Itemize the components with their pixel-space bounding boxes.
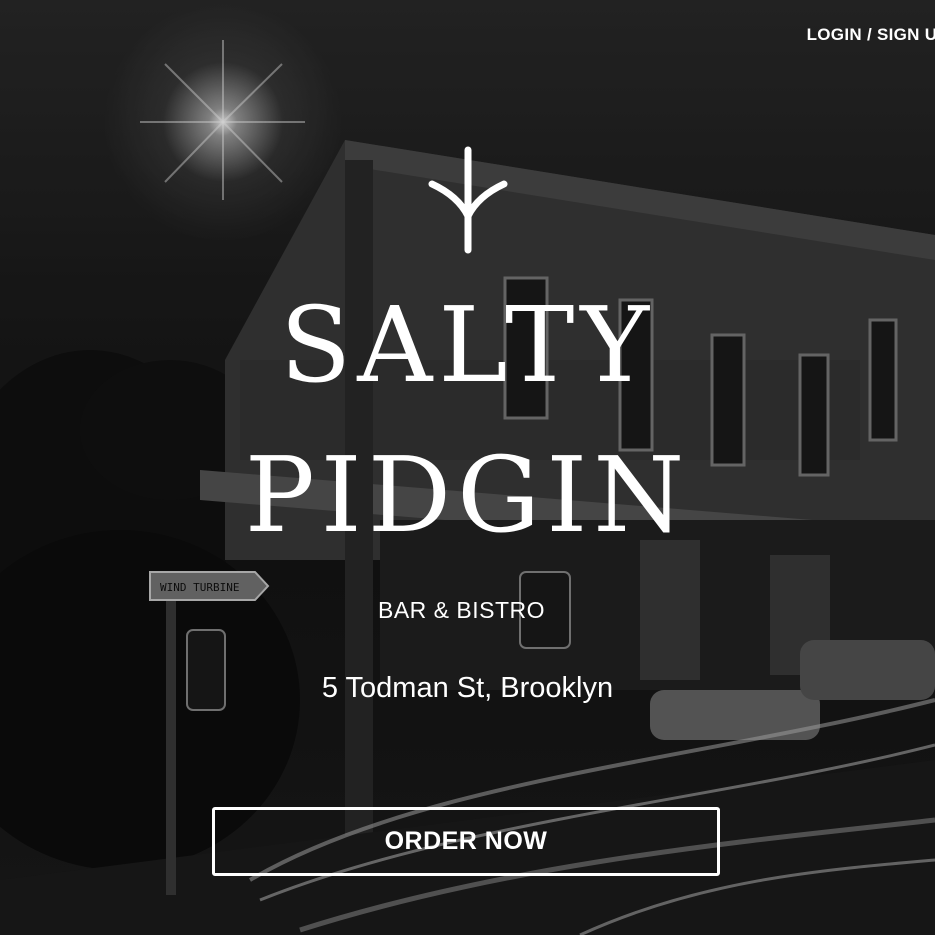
order-now-button[interactable]: ORDER NOW [212, 807, 720, 876]
brand-title-line-1: SALTY [280, 284, 655, 406]
landing-page: WIND TURBINE LOGIN / SIGN UP SALTY PIDGI… [0, 0, 935, 935]
bird-foot-icon [428, 146, 508, 254]
brand-subtitle: BAR & BISTRO [378, 597, 546, 623]
login-signup-link[interactable]: LOGIN / SIGN UP [807, 25, 935, 45]
brand-title-line-2: PIDGIN [244, 434, 691, 556]
restaurant-address: 5 Todman St, Brooklyn [321, 672, 614, 704]
